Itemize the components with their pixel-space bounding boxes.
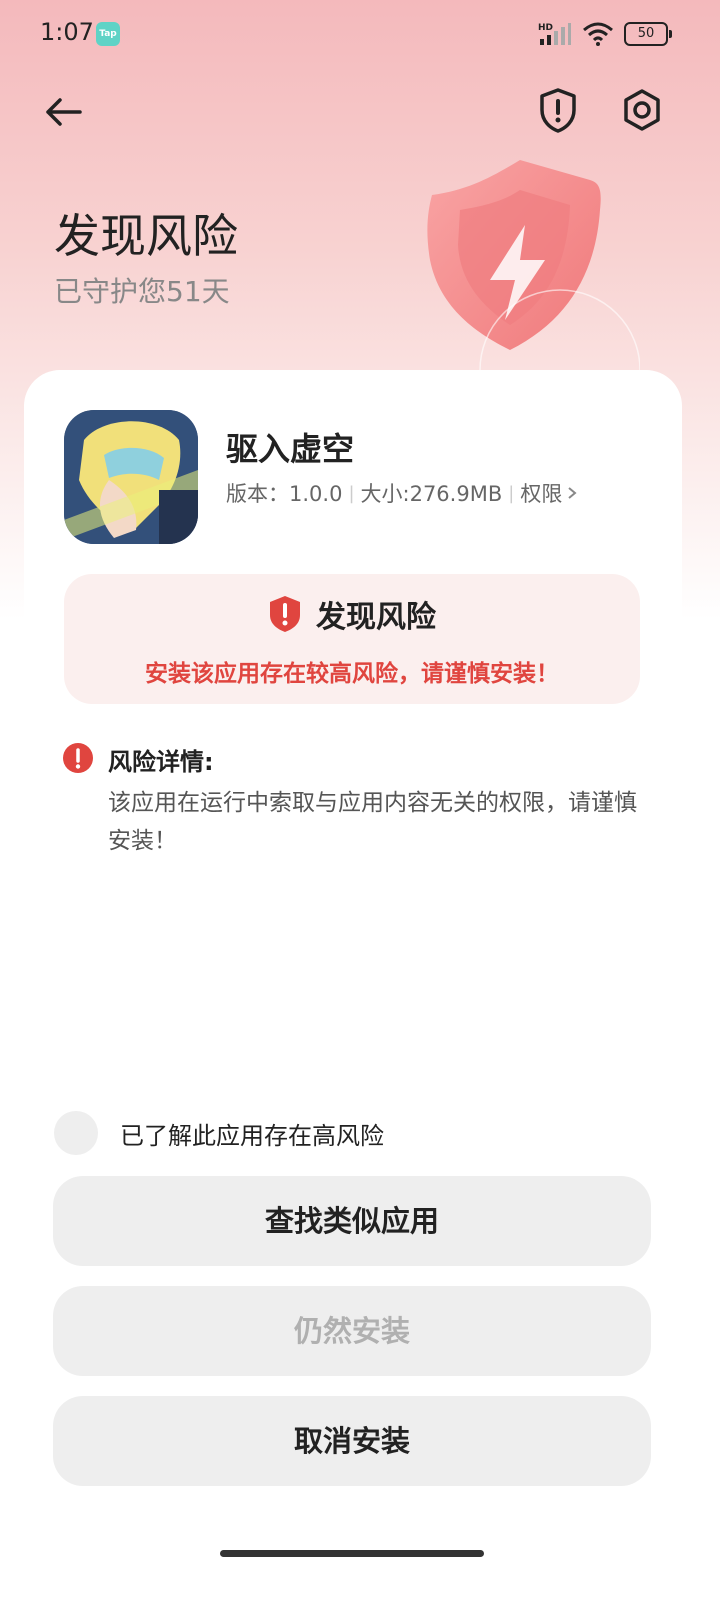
- acknowledge-row[interactable]: 已了解此应用存在高风险: [54, 1110, 654, 1156]
- app-artwork-icon: [64, 410, 198, 544]
- risk-shield-icon: [270, 596, 300, 632]
- svg-text:HD: HD: [538, 23, 553, 33]
- permissions-label: 权限: [520, 482, 563, 506]
- meta-divider: |: [508, 482, 515, 504]
- risk-alert-header: 发现风险: [64, 592, 640, 636]
- risk-alert-title: 发现风险: [316, 600, 436, 635]
- find-similar-button[interactable]: 查找类似应用: [53, 1176, 651, 1266]
- meta-divider: |: [348, 482, 355, 504]
- install-anyway-button[interactable]: 仍然安装: [53, 1286, 651, 1376]
- app-name: 驱入虚空: [226, 430, 355, 468]
- risk-alert-box: 发现风险 安装该应用存在较高风险，请谨慎安装！: [64, 574, 640, 704]
- acknowledge-checkbox[interactable]: [54, 1111, 98, 1155]
- app-size: 大小:276.9MB: [360, 482, 503, 506]
- signal-icon: HD: [538, 23, 571, 45]
- status-indicators: HD 50: [538, 20, 672, 48]
- status-bar: 1:07 Tap HD 50: [0, 0, 720, 68]
- shield-alert-icon: [540, 88, 576, 133]
- security-button[interactable]: [536, 86, 580, 134]
- page-title: 发现风险: [54, 209, 238, 263]
- cancel-install-button[interactable]: 取消安装: [53, 1396, 651, 1486]
- settings-gear-icon: [624, 89, 660, 131]
- chevron-right-icon: [568, 487, 577, 499]
- info-alert-icon: [63, 743, 93, 773]
- back-arrow-icon: [46, 98, 82, 126]
- permissions-link[interactable]: 权限: [520, 478, 578, 508]
- home-indicator[interactable]: [220, 1550, 484, 1557]
- acknowledge-label: 已了解此应用存在高风险: [120, 1121, 384, 1150]
- status-time: 1:07: [40, 18, 94, 46]
- protection-days: 已守护您51天: [54, 275, 230, 308]
- app-icon: [64, 410, 198, 544]
- risk-warning-text: 安装该应用存在较高风险，请谨慎安装！: [145, 661, 559, 687]
- lightning-shield-icon: [427, 160, 640, 380]
- tap-app-icon: Tap: [96, 22, 120, 46]
- settings-button[interactable]: [620, 86, 664, 134]
- back-button[interactable]: [40, 88, 88, 136]
- wifi-icon: [583, 22, 613, 46]
- risk-details-title: 风险详情:: [108, 748, 214, 776]
- risk-details-text: 该应用在运行中索取与应用内容无关的权限，请谨慎安装！: [108, 790, 637, 854]
- battery-indicator: 50: [624, 22, 672, 46]
- app-version: 版本：1.0.0: [226, 482, 343, 506]
- app-meta: 版本：1.0.0 | 大小:276.9MB | 权限: [226, 478, 578, 508]
